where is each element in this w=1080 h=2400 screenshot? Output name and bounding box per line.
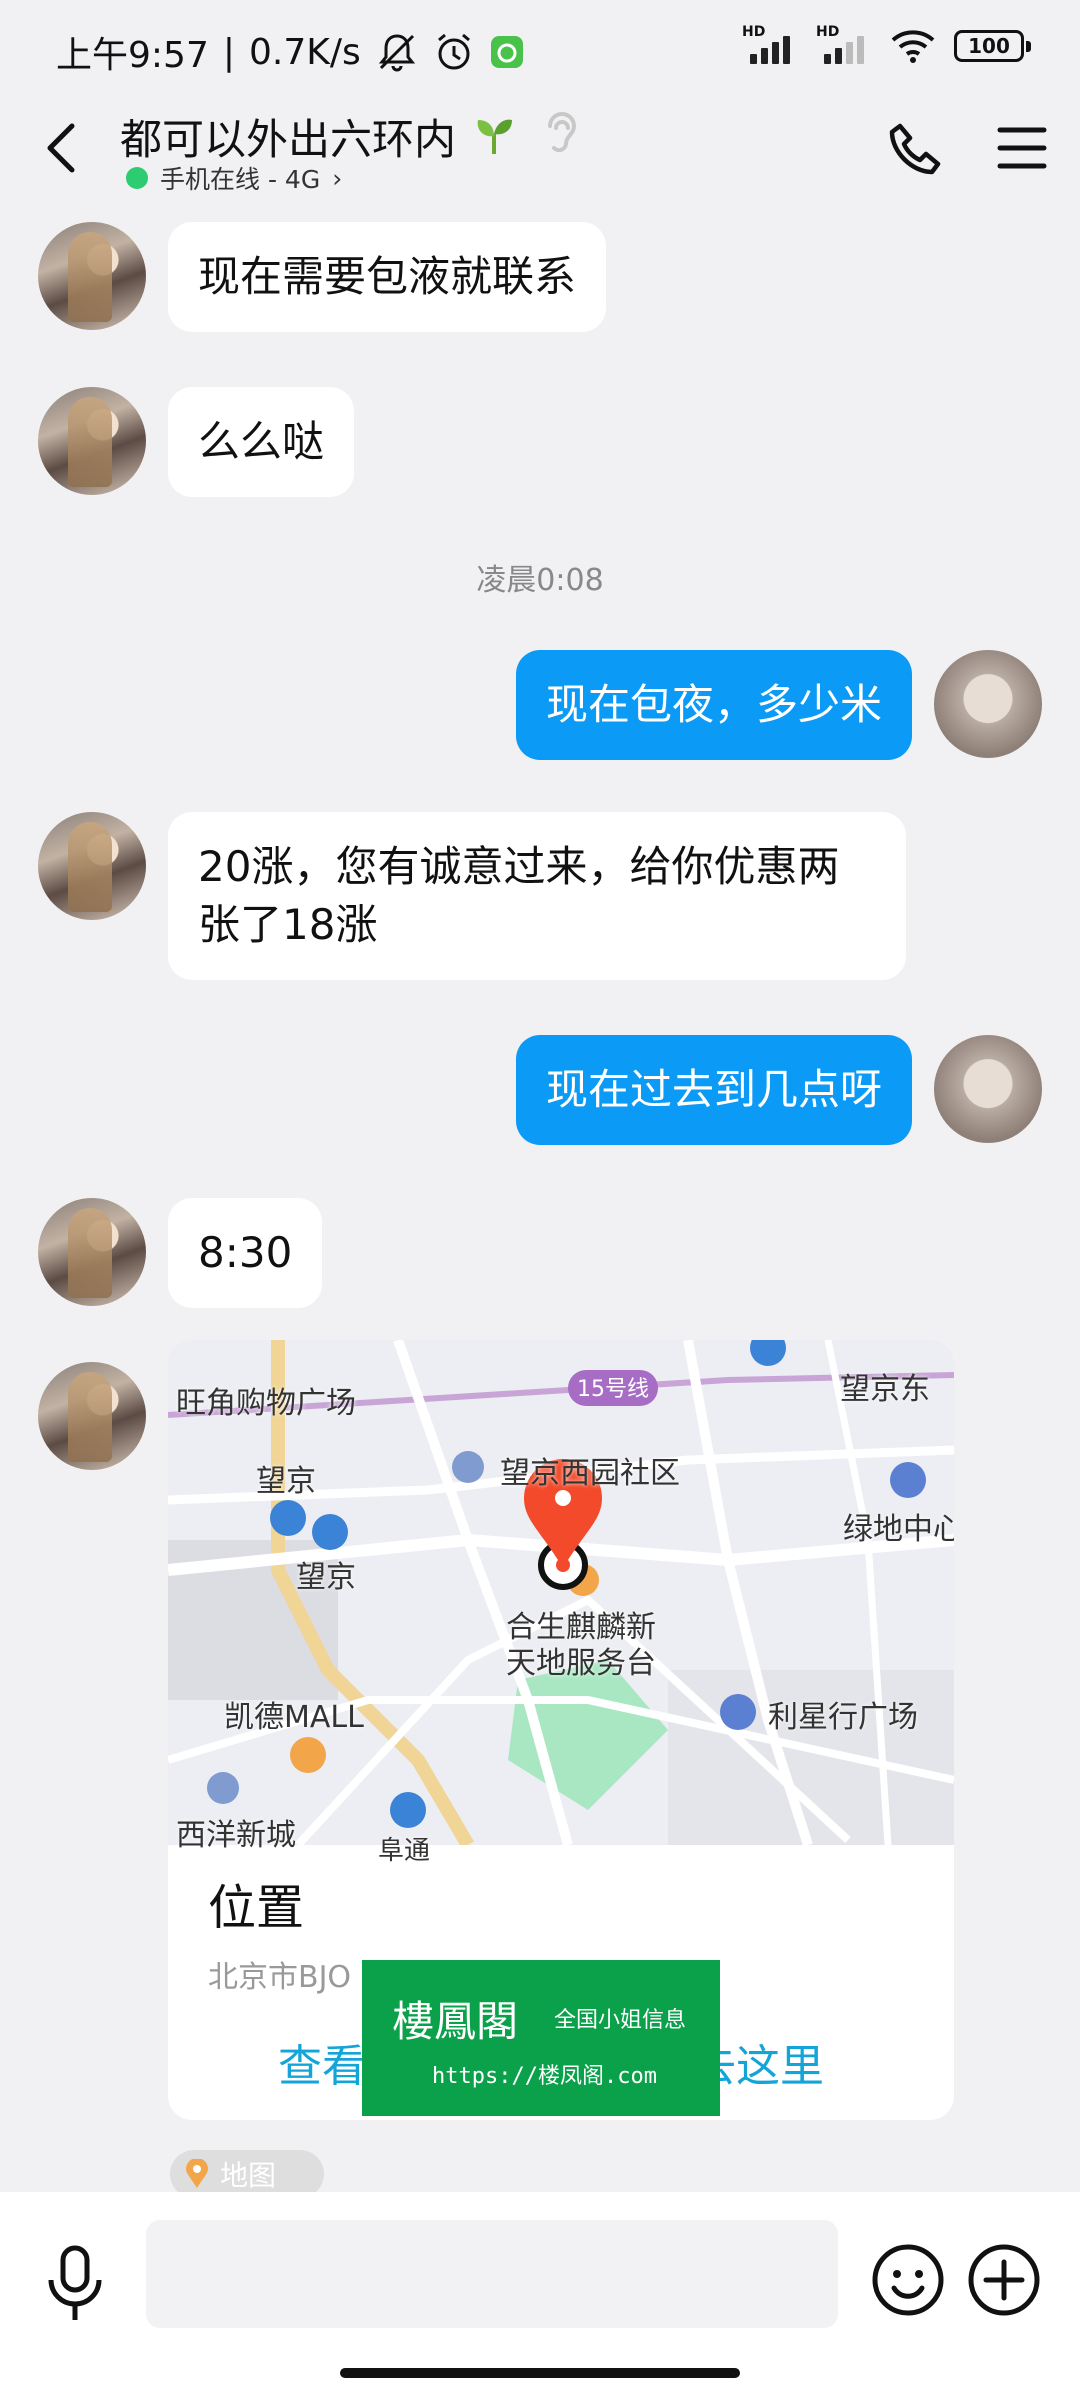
online-dot-icon <box>126 167 148 189</box>
phone-call-button[interactable] <box>882 118 946 182</box>
contact-avatar[interactable] <box>38 812 146 920</box>
message-bubble-outgoing[interactable]: 现在过去到几点呀 <box>515 1035 912 1145</box>
contact-avatar[interactable] <box>38 1198 146 1306</box>
map-label: 望京 <box>296 1560 356 1595</box>
watermark-banner: 樓鳳閣 全国小姐信息 https://楼凤阁.com <box>362 1960 720 2116</box>
signal-sim1-icon: HD <box>742 24 798 66</box>
my-avatar[interactable] <box>934 650 1042 758</box>
watermark-brand: 樓鳳閣 <box>392 1997 519 2046</box>
input-bar <box>0 2192 1080 2400</box>
my-avatar[interactable] <box>934 1035 1042 1143</box>
alarm-icon <box>437 33 470 70</box>
message-bubble-incoming[interactable]: 8:30 <box>168 1198 323 1308</box>
map-label: 绿地中心 <box>843 1512 954 1547</box>
chevron-right-icon: › <box>332 163 343 193</box>
map-label: 阜通 <box>378 1836 431 1866</box>
back-button[interactable] <box>36 118 86 178</box>
map-preview[interactable]: 15号线 旺角购物广场 望京东 望京西园社区 望京 望京 绿地中心 合生麒麟新 … <box>168 1340 954 1866</box>
battery-icon: 100 <box>954 30 1031 62</box>
menu-button[interactable] <box>996 122 1048 174</box>
chat-header: 都可以外出六环内 手机在线 - 4G › <box>0 100 1080 210</box>
status-left: 上午9:57 | 0.7K/s <box>56 26 525 78</box>
map-pin-icon <box>186 2159 208 2188</box>
chat-title[interactable]: 都可以外出六环内 <box>120 106 456 167</box>
map-label: 望京西园社区 <box>500 1456 680 1491</box>
map-label: 旺角购物广场 <box>176 1386 356 1421</box>
view-location-link[interactable]: 查看 <box>278 2030 366 2094</box>
ear-icon[interactable] <box>538 106 582 158</box>
status-bar: 上午9:57 | 0.7K/s HD HD 100 <box>0 0 1080 100</box>
status-time: 上午9:57 <box>56 35 209 76</box>
plus-button[interactable] <box>966 2242 1042 2318</box>
wifi-icon <box>891 30 935 63</box>
status-right: HD HD 100 <box>742 24 1031 66</box>
sprout-icon <box>477 119 512 154</box>
location-title: 位置 <box>208 1880 305 1936</box>
network-speed: 0.7K/s <box>248 31 361 73</box>
message-timestamp: 凌晨0:08 <box>476 563 604 598</box>
message-input[interactable] <box>146 2220 838 2328</box>
map-label: 望京东 <box>840 1372 930 1407</box>
message-bubble-incoming[interactable]: 20涨，您有诚意过来，给你优惠两 张了18涨 <box>168 812 906 980</box>
message-line: 张了18涨 <box>198 900 378 949</box>
map-label: 天地服务台 <box>506 1646 656 1681</box>
contact-avatar[interactable] <box>38 1362 146 1470</box>
map-label: 望京 <box>256 1464 316 1499</box>
watermark-tagline: 全国小姐信息 <box>554 2008 687 2033</box>
map-label: 西洋新城 <box>176 1818 296 1853</box>
map-source-chip: 地图 <box>170 2150 324 2198</box>
map-label: 凯德MALL <box>224 1700 364 1735</box>
map-label: 利星行广场 <box>768 1700 918 1735</box>
map-chip-label: 地图 <box>220 2159 277 2192</box>
contact-avatar[interactable] <box>38 387 146 495</box>
emoji-button[interactable] <box>870 2242 946 2318</box>
message-bubble-incoming[interactable]: 现在需要包液就联系 <box>168 222 607 332</box>
home-indicator[interactable] <box>340 2368 740 2378</box>
message-line: 20涨，您有诚意过来，给你优惠两 <box>198 842 840 891</box>
mute-bell-icon <box>378 34 415 72</box>
status-divider: | <box>222 31 235 73</box>
microphone-button[interactable] <box>42 2244 108 2324</box>
online-status-row[interactable]: 手机在线 - 4G › <box>126 160 342 196</box>
contact-avatar[interactable] <box>38 222 146 330</box>
signal-sim2-icon: HD <box>816 24 872 66</box>
app-notification-icon <box>490 36 523 68</box>
watermark-url: https://楼凤阁.com <box>432 2064 657 2089</box>
message-bubble-outgoing[interactable]: 现在包夜，多少米 <box>515 650 912 760</box>
metro-line-label: 15号线 <box>577 1377 649 1402</box>
message-bubble-incoming[interactable]: 么么哒 <box>168 387 355 497</box>
online-status-text: 手机在线 - 4G <box>160 165 321 194</box>
